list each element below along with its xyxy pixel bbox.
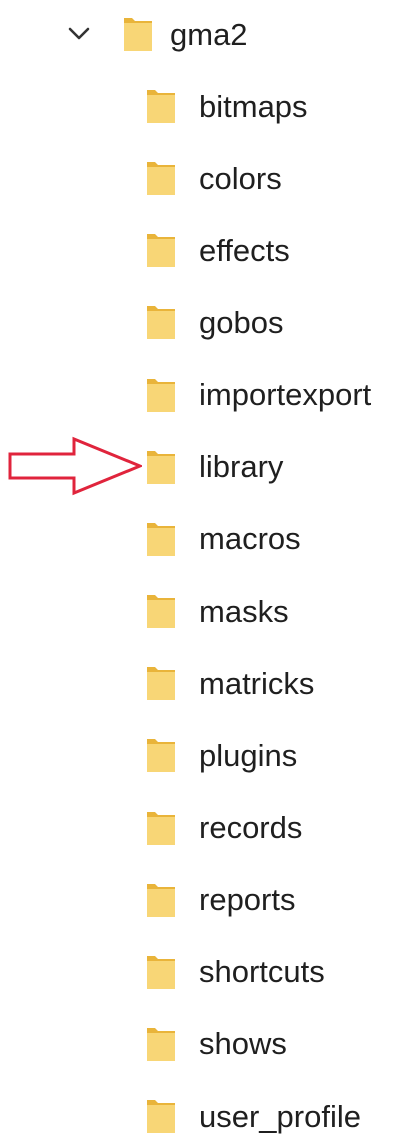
tree-item-library[interactable]: library <box>145 439 283 495</box>
tree-item-label: gobos <box>199 304 284 340</box>
folder-icon <box>147 811 175 845</box>
tree-item-user-profile[interactable]: user_profile <box>145 1088 361 1144</box>
folder-icon <box>147 1027 175 1061</box>
tree-item-label: gma2 <box>170 16 248 52</box>
folder-icon <box>147 234 175 268</box>
tree-item-label: shortcuts <box>199 954 325 990</box>
tree-item-bitmaps[interactable]: bitmaps <box>145 78 308 134</box>
tree-item-records[interactable]: records <box>145 800 302 856</box>
folder-icon <box>124 18 152 51</box>
folder-icon <box>147 522 175 556</box>
folder-icon <box>147 306 175 340</box>
tree-item-effects[interactable]: effects <box>145 222 290 278</box>
tree-item-masks[interactable]: masks <box>145 583 289 639</box>
tree-item-label: bitmaps <box>199 88 308 124</box>
folder-icon <box>147 378 175 412</box>
folder-icon <box>147 162 175 196</box>
tree-item-label: library <box>199 449 284 485</box>
folder-icon <box>147 739 175 773</box>
tree-item-importexport[interactable]: importexport <box>145 367 371 423</box>
folder-icon <box>147 90 175 123</box>
tree-item-plugins[interactable]: plugins <box>145 727 297 783</box>
tree-item-gobos[interactable]: gobos <box>145 294 283 350</box>
folder-tree: gma2 bitmaps colors effects gobos importexpo… <box>0 0 414 1134</box>
pointer-arrow-annotation <box>8 436 142 496</box>
tree-item-label: effects <box>199 232 290 268</box>
tree-item-shows[interactable]: shows <box>145 1016 287 1072</box>
tree-item-gma2[interactable]: gma2 <box>66 6 248 62</box>
tree-item-macros[interactable]: macros <box>145 511 301 567</box>
tree-item-label: importexport <box>199 377 372 413</box>
folder-icon <box>147 955 175 989</box>
folder-icon <box>147 1100 175 1134</box>
tree-item-reports[interactable]: reports <box>145 872 295 928</box>
tree-item-shortcuts[interactable]: shortcuts <box>145 944 325 1000</box>
folder-icon <box>147 667 175 701</box>
tree-item-label: reports <box>199 882 296 918</box>
tree-item-label: shows <box>199 1026 287 1062</box>
tree-item-label: matricks <box>199 665 315 701</box>
tree-item-label: plugins <box>199 737 298 773</box>
folder-icon <box>147 883 175 917</box>
tree-item-colors[interactable]: colors <box>145 150 282 206</box>
tree-item-label: colors <box>199 160 282 196</box>
chevron-down-icon[interactable] <box>66 21 92 47</box>
tree-item-matricks[interactable]: matricks <box>145 655 314 711</box>
tree-item-label: macros <box>199 521 301 557</box>
tree-item-label: records <box>199 810 303 845</box>
folder-icon <box>147 450 175 484</box>
tree-item-label: masks <box>199 593 289 629</box>
folder-icon <box>147 595 175 629</box>
tree-item-label: user_profile <box>199 1098 361 1134</box>
